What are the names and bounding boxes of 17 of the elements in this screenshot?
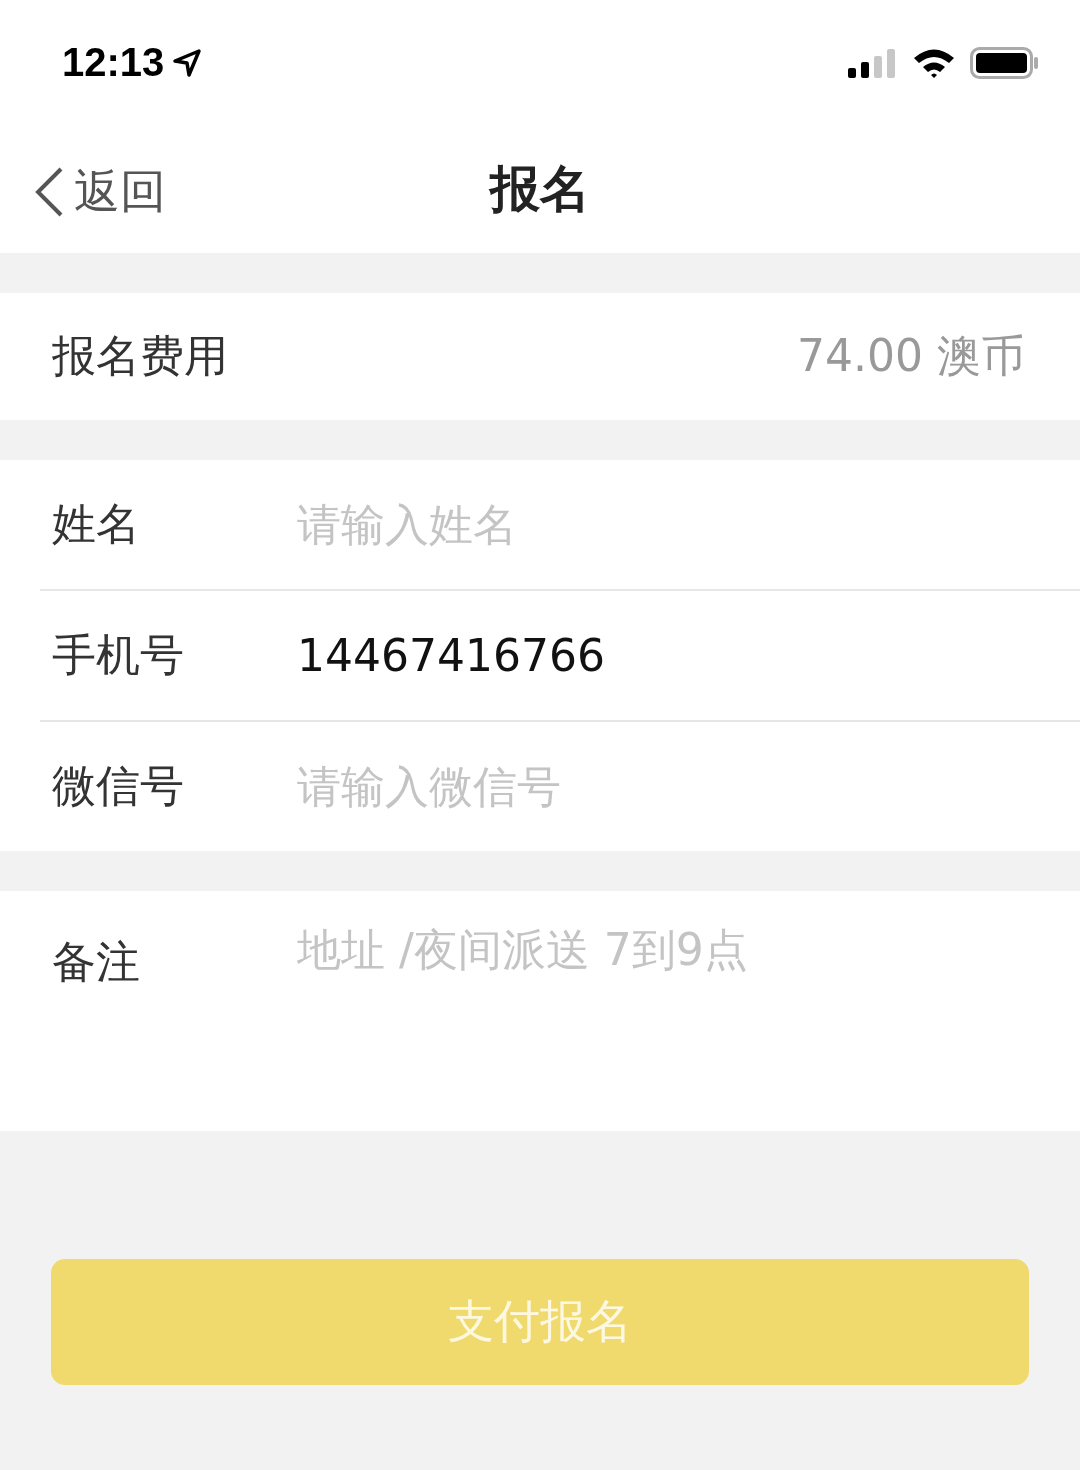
- remark-label: 备注: [0, 891, 297, 1131]
- field-label: 手机号: [52, 628, 185, 682]
- remark-field[interactable]: 地址 /夜间派送 7到9点: [297, 891, 1080, 1131]
- status-time: 12:13: [62, 40, 165, 85]
- battery-icon: [970, 46, 1040, 79]
- page-title: 报名: [490, 158, 590, 220]
- back-button[interactable]: 返回: [34, 161, 166, 223]
- field-label: 姓名: [52, 497, 141, 551]
- chevron-left-icon: [34, 166, 64, 218]
- fee-label: 报名费用: [52, 329, 228, 383]
- input-field[interactable]: 请输入微信号: [297, 761, 1080, 812]
- fee-value: 74.00 澳币: [797, 329, 1025, 383]
- location-arrow-icon: [172, 47, 203, 78]
- input-field[interactable]: 请输入姓名: [297, 499, 1080, 550]
- field-label: 微信号: [52, 759, 185, 813]
- input-field[interactable]: 14467416766: [297, 630, 1080, 681]
- signal-icon: [848, 47, 898, 78]
